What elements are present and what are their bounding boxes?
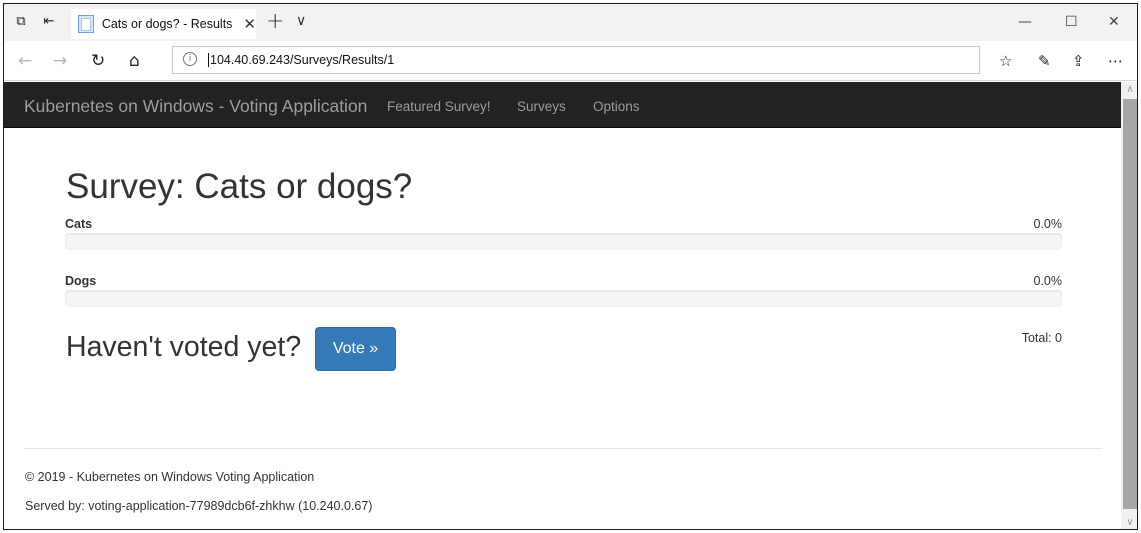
- scroll-down-icon[interactable]: ∨: [1121, 515, 1137, 529]
- refresh-icon[interactable]: ↻: [91, 51, 105, 71]
- maximize-icon[interactable]: ☐: [1065, 14, 1078, 30]
- progress-bar-cats: [65, 233, 1062, 250]
- url-text[interactable]: 104.40.69.243/Surveys/Results/1: [208, 53, 394, 67]
- site-navbar: Kubernetes on Windows - Voting Applicati…: [4, 82, 1121, 128]
- page-title: Survey: Cats or dogs?: [66, 167, 413, 206]
- pen-icon[interactable]: ✎: [1038, 52, 1051, 70]
- browser-window: ⧉ ⇤ Cats or dogs? - Results ✕ + ∨ — ☐ ✕ …: [3, 3, 1138, 530]
- progress-bar-dogs: [65, 290, 1062, 307]
- more-icon[interactable]: ⋯: [1108, 52, 1123, 70]
- vertical-scrollbar[interactable]: ∧ ∨: [1121, 82, 1137, 529]
- option-label-dogs: Dogs: [65, 274, 97, 288]
- footer-served-by: Served by: voting-application-77989dcb6f…: [25, 499, 373, 513]
- page-favicon: [78, 15, 94, 33]
- nav-link-options[interactable]: Options: [593, 99, 640, 114]
- tab-actions-icon[interactable]: ⧉: [13, 14, 29, 30]
- browser-tab[interactable]: Cats or dogs? - Results ✕: [71, 9, 256, 39]
- scrollbar-thumb[interactable]: [1123, 99, 1137, 509]
- cta-heading: Haven't voted yet?: [66, 331, 302, 363]
- tab-title: Cats or dogs? - Results: [101, 17, 233, 31]
- forward-arrow-icon[interactable]: →: [53, 51, 67, 71]
- tab-bar: ⧉ ⇤ Cats or dogs? - Results ✕ + ∨ — ☐ ✕: [4, 4, 1137, 41]
- total-votes: Total: 0: [1021, 331, 1062, 345]
- vote-button[interactable]: Vote »: [315, 327, 396, 371]
- option-percent-dogs: 0.0%: [1033, 274, 1063, 288]
- plus-icon[interactable]: +: [266, 9, 284, 34]
- navbar-brand[interactable]: Kubernetes on Windows - Voting Applicati…: [24, 96, 367, 117]
- footer-divider: [24, 448, 1102, 449]
- scroll-up-icon[interactable]: ∧: [1121, 82, 1137, 98]
- footer-copyright: © 2019 - Kubernetes on Windows Voting Ap…: [25, 470, 315, 484]
- option-label-cats: Cats: [65, 217, 93, 231]
- share-icon[interactable]: ⇪: [1072, 52, 1085, 70]
- close-icon[interactable]: ✕: [1108, 14, 1120, 30]
- favorites-icon[interactable]: ☆: [999, 52, 1012, 70]
- page-viewport: Kubernetes on Windows - Voting Applicati…: [4, 82, 1121, 529]
- option-percent-cats: 0.0%: [1033, 217, 1063, 231]
- chevron-down-icon[interactable]: ∨: [296, 13, 306, 29]
- address-bar-row: ← → ↻ ⌂ i 104.40.69.243/Surveys/Results/…: [4, 41, 1137, 81]
- nav-link-surveys[interactable]: Surveys: [517, 99, 566, 114]
- back-arrow-icon[interactable]: ←: [18, 51, 32, 71]
- minimize-icon[interactable]: —: [1018, 14, 1032, 30]
- address-bar[interactable]: i 104.40.69.243/Surveys/Results/1: [172, 46, 980, 74]
- nav-link-featured-survey[interactable]: Featured Survey!: [387, 99, 491, 114]
- info-icon[interactable]: i: [183, 52, 197, 66]
- tab-close-icon[interactable]: ✕: [243, 15, 256, 33]
- home-icon[interactable]: ⌂: [129, 51, 140, 71]
- set-aside-tabs-icon[interactable]: ⇤: [41, 14, 57, 30]
